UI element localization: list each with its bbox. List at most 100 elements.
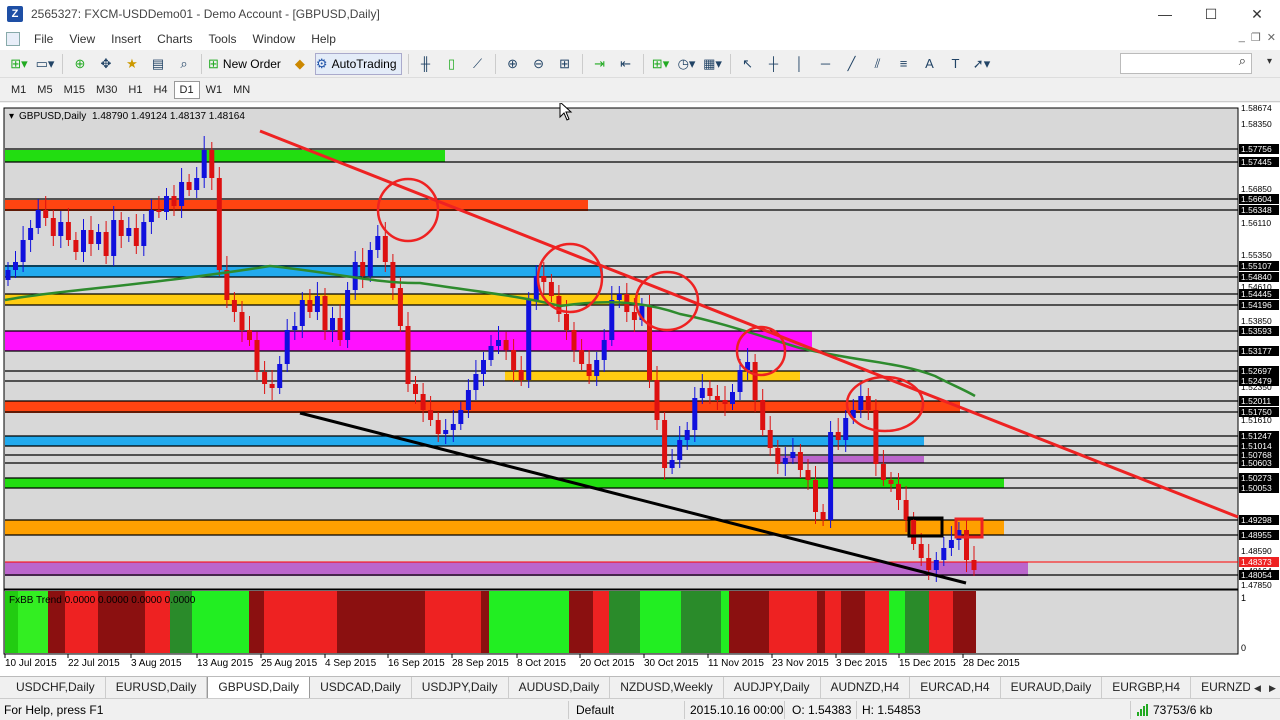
zoom-out-icon[interactable]: ⊖ <box>528 53 550 75</box>
chart-window[interactable]: 1.58674 1.58350 1.57756 1.57445 1.56850 1.566… <box>0 103 1280 677</box>
timeframe-m15[interactable]: M15 <box>59 82 90 98</box>
tab-nzdusd-weekly[interactable]: NZDUSD,Weekly <box>610 677 724 698</box>
auto-scroll-icon[interactable]: ⇥ <box>589 53 611 75</box>
candle-body <box>81 230 86 252</box>
indicators-icon[interactable]: ⊞▾ <box>650 53 672 75</box>
periods-icon[interactable]: ◷▾ <box>676 53 698 75</box>
trend-bar <box>337 591 425 653</box>
tab-audnzd-h4[interactable]: AUDNZD,H4 <box>821 677 911 698</box>
toolbar-overflow-icon[interactable]: ▾ <box>1267 56 1272 67</box>
bar-chart-icon[interactable]: ╫ <box>415 53 437 75</box>
tab-eurcad-h4[interactable]: EURCAD,H4 <box>910 677 1001 698</box>
vertical-line-icon[interactable]: │ <box>789 53 811 75</box>
cursor-icon[interactable]: ↖ <box>737 53 759 75</box>
indicator-label: FxBB Trend 0.0000 0.0000 0.0000 0.0000 <box>9 595 196 606</box>
candle-body <box>201 150 207 178</box>
candle-body <box>390 262 396 288</box>
candle-body <box>790 452 796 458</box>
candle-body <box>148 210 154 222</box>
candlestick-icon[interactable]: ▯ <box>441 53 463 75</box>
favorites-icon[interactable]: ★ <box>121 53 143 75</box>
scroll-right-icon[interactable]: ▶ <box>1269 683 1276 694</box>
candle-body <box>28 228 34 240</box>
price-chart[interactable]: 1.58674 1.58350 1.57756 1.57445 1.568501.566… <box>0 103 1280 677</box>
minimize-button[interactable]: — <box>1142 0 1188 28</box>
crosshair-icon[interactable]: ┼ <box>763 53 785 75</box>
timeframe-h4[interactable]: H4 <box>148 82 172 98</box>
tab-usdcad-daily[interactable]: USDCAD,Daily <box>310 677 412 698</box>
timeframe-mn[interactable]: MN <box>228 82 255 98</box>
tab-audjpy-daily[interactable]: AUDJPY,Daily <box>724 677 821 698</box>
trend-bar <box>841 591 865 653</box>
timeframe-h1[interactable]: H1 <box>123 82 147 98</box>
search-input[interactable] <box>1120 53 1252 74</box>
new-chart-icon[interactable]: ⊞▾ <box>8 53 30 75</box>
horizontal-line-icon[interactable]: ─ <box>815 53 837 75</box>
market-watch-icon[interactable]: ⊕ <box>69 53 91 75</box>
terminal-icon[interactable]: ▤ <box>147 53 169 75</box>
candle-body <box>775 448 781 464</box>
candle-body <box>677 440 683 460</box>
candle-body <box>564 314 569 330</box>
templates-icon[interactable]: ▦▾ <box>702 53 724 75</box>
maximize-button[interactable]: ☐ <box>1188 0 1234 28</box>
tile-windows-icon[interactable]: ⊞ <box>554 53 576 75</box>
tab-euraud-daily[interactable]: EURAUD,Daily <box>1001 677 1103 698</box>
menu-window[interactable]: Window <box>245 32 304 46</box>
status-separator <box>784 701 785 719</box>
strategy-tester-icon[interactable]: ⌕ <box>173 53 195 75</box>
text-icon[interactable]: A <box>919 53 941 75</box>
status-separator <box>684 701 685 719</box>
menu-charts[interactable]: Charts <box>149 32 200 46</box>
trend-bar <box>817 591 825 653</box>
candle-body <box>518 370 524 380</box>
metaeditor-icon[interactable]: ◆ <box>289 53 311 75</box>
tab-eurusd-daily[interactable]: EURUSD,Daily <box>106 677 208 698</box>
autotrading-button[interactable]: ⚙ AutoTrading <box>314 52 402 75</box>
trend-bar <box>192 591 249 653</box>
zoom-in-icon[interactable]: ⊕ <box>502 53 524 75</box>
tab-eurgbp-h4[interactable]: EURGBP,H4 <box>1102 677 1192 698</box>
chart-window-icon[interactable] <box>6 32 20 46</box>
mdi-close-icon[interactable]: ✕ <box>1267 31 1276 44</box>
candle-body <box>548 282 554 296</box>
candle-body <box>760 400 766 430</box>
text-label-icon[interactable]: T <box>945 53 967 75</box>
tab-usdchf-daily[interactable]: USDCHF,Daily <box>6 677 106 698</box>
channel-icon[interactable]: ⫽ <box>867 53 889 75</box>
candle-body <box>880 464 886 480</box>
timeframe-d1[interactable]: D1 <box>173 81 200 99</box>
timeframe-m30[interactable]: M30 <box>91 82 122 98</box>
fibonacci-icon[interactable]: ≡ <box>893 53 915 75</box>
line-chart-icon[interactable]: ⟋ <box>467 53 489 75</box>
menu-help[interactable]: Help <box>303 32 344 46</box>
tab-usdjpy-daily[interactable]: USDJPY,Daily <box>412 677 509 698</box>
timeframe-w1[interactable]: W1 <box>201 82 228 98</box>
navigator-icon[interactable]: ✥ <box>95 53 117 75</box>
chart-shift-icon[interactable]: ⇤ <box>615 53 637 75</box>
candle-body <box>631 312 637 320</box>
profiles-icon[interactable]: ▭▾ <box>34 53 56 75</box>
trendline-icon[interactable]: ╱ <box>841 53 863 75</box>
close-button[interactable]: ✕ <box>1234 0 1280 28</box>
arrows-icon[interactable]: ➚▾ <box>971 53 993 75</box>
search-icon[interactable]: ⌕ <box>1239 53 1246 69</box>
menu-file[interactable]: File <box>26 32 61 46</box>
price-label: 1.48054 <box>1241 570 1272 580</box>
status-profile: Default <box>576 703 615 717</box>
timeframe-m5[interactable]: M5 <box>32 82 57 98</box>
candle-body <box>843 418 849 440</box>
mdi-restore-icon[interactable]: ❐ <box>1251 31 1261 44</box>
new-order-button[interactable]: ⊞ New Order <box>208 53 285 75</box>
candle-body <box>571 330 577 350</box>
scroll-left-icon[interactable]: ◀ <box>1254 683 1261 694</box>
mdi-minimize-icon[interactable]: _ <box>1239 31 1245 44</box>
tab-audusd-daily[interactable]: AUDUSD,Daily <box>509 677 611 698</box>
menu-tools[interactable]: Tools <box>201 32 245 46</box>
menu-view[interactable]: View <box>61 32 103 46</box>
timeframe-m1[interactable]: M1 <box>6 82 31 98</box>
menu-insert[interactable]: Insert <box>103 32 149 46</box>
tab-gbpusd-daily[interactable]: GBPUSD,Daily <box>207 677 311 698</box>
candle-body <box>73 240 79 252</box>
price-label: 1.56850 <box>1241 184 1272 194</box>
